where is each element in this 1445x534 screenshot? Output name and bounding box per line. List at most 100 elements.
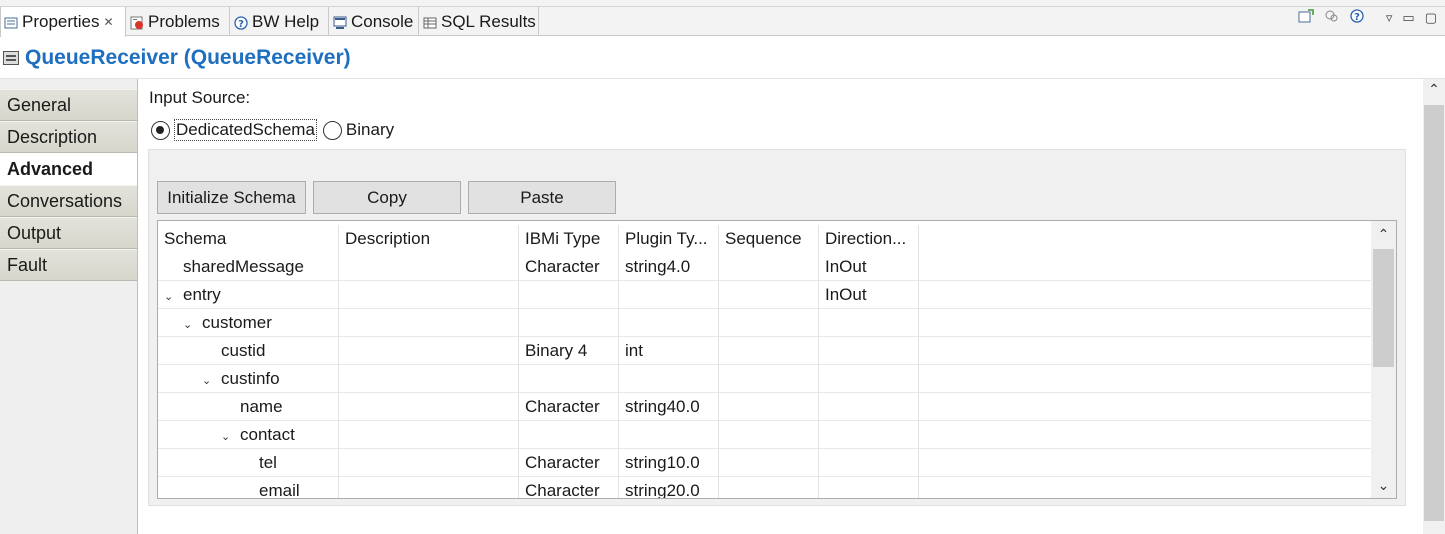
scrollbar-thumb[interactable] — [1373, 249, 1394, 367]
sql-results-icon — [423, 15, 437, 29]
sequence-cell — [719, 337, 819, 365]
table-row[interactable]: custid Binary 4 int — [158, 337, 1372, 365]
description-cell — [339, 421, 519, 449]
chevron-down-icon[interactable]: ⌄ — [164, 283, 178, 309]
table-row[interactable]: ⌄ customer — [158, 309, 1372, 337]
sidebar-item-output[interactable]: Output — [0, 217, 137, 249]
link-icon[interactable] — [1324, 9, 1340, 26]
column-header-schema[interactable]: Schema — [158, 225, 339, 253]
chevron-down-icon[interactable]: ⌄ — [202, 367, 216, 393]
svg-text:?: ? — [238, 19, 244, 30]
schema-element-name: name — [240, 397, 283, 416]
column-header-sequence[interactable]: Sequence — [719, 225, 819, 253]
sidebar-item-description[interactable]: Description — [0, 121, 137, 153]
help-icon: ? — [234, 15, 248, 30]
sequence-cell — [719, 253, 819, 281]
plugin-type-cell: string10.0 — [619, 449, 719, 477]
minimize-icon[interactable]: ▭ — [1402, 10, 1414, 26]
sidebar-item-label: Fault — [7, 254, 48, 275]
column-header-plugin-type[interactable]: Plugin Ty... — [619, 225, 719, 253]
pin-view-icon[interactable] — [1298, 9, 1314, 26]
description-cell — [339, 393, 519, 421]
sidebar-item-label: Description — [7, 126, 98, 147]
sequence-cell — [719, 477, 819, 498]
copy-button[interactable]: Copy — [313, 181, 461, 214]
tab-problems[interactable]: Problems — [127, 7, 230, 36]
panel-vertical-scrollbar[interactable]: ⌃ — [1423, 79, 1445, 534]
scrollbar-thumb[interactable] — [1424, 105, 1444, 521]
schema-group: Initialize Schema Copy Paste Schema Desc… — [148, 149, 1406, 506]
close-icon[interactable]: ✕ — [103, 15, 113, 29]
schema-cell: email — [158, 477, 339, 499]
description-cell — [339, 281, 519, 309]
sequence-cell — [719, 365, 819, 393]
help-icon[interactable]: ? — [1350, 9, 1364, 26]
tab-label: Problems — [148, 11, 220, 31]
table-row[interactable]: ⌄ entry InOut — [158, 281, 1372, 309]
properties-sidebar: General Description Advanced Conversatio… — [0, 79, 138, 534]
view-tab-bar: Properties ✕ Problems ? BW Help Console … — [0, 0, 1445, 37]
schema-element-name: custinfo — [221, 369, 280, 388]
sequence-cell — [719, 309, 819, 337]
column-header-direction[interactable]: Direction... — [819, 225, 919, 253]
chevron-down-icon[interactable]: ⌄ — [221, 423, 235, 449]
input-source-label: Input Source: — [149, 88, 251, 107]
plugin-type-cell: int — [619, 337, 719, 365]
table-vertical-scrollbar[interactable]: ⌃ ⌄ — [1371, 221, 1396, 498]
direction-cell: InOut — [819, 253, 919, 281]
table-row[interactable]: name Character string40.0 — [158, 393, 1372, 421]
initialize-schema-button[interactable]: Initialize Schema — [157, 181, 306, 214]
table-row[interactable]: email Character string20.0 — [158, 477, 1372, 499]
sidebar-item-general[interactable]: General — [0, 89, 137, 121]
binary-label[interactable]: Binary — [346, 120, 394, 140]
sidebar-item-fault[interactable]: Fault — [0, 249, 137, 281]
properties-icon — [4, 15, 18, 29]
chevron-down-icon[interactable]: ⌄ — [183, 311, 197, 337]
sidebar-item-label: Advanced — [7, 158, 94, 179]
ibmi-type-cell — [519, 421, 619, 449]
direction-cell — [819, 421, 919, 449]
tab-properties[interactable]: Properties ✕ — [0, 7, 126, 37]
binary-radio[interactable] — [322, 120, 342, 140]
view-menu-icon[interactable]: ▿ — [1386, 10, 1393, 26]
schema-cell: ⌄ contact — [158, 421, 339, 449]
sidebar-item-label: Conversations — [7, 190, 123, 211]
column-header-description[interactable]: Description — [339, 225, 519, 253]
schema-element-name: custid — [221, 341, 266, 360]
scroll-down-icon[interactable]: ⌄ — [1371, 474, 1396, 496]
maximize-icon[interactable]: ▢ — [1425, 10, 1437, 26]
ibmi-type-cell: Binary 4 — [519, 337, 619, 365]
scroll-up-icon[interactable]: ⌃ — [1371, 223, 1396, 245]
dedicated-schema-label[interactable]: DedicatedSchema — [174, 119, 317, 141]
direction-cell — [819, 477, 919, 498]
tab-bw-help[interactable]: ? BW Help — [231, 7, 329, 36]
dedicated-schema-radio[interactable] — [151, 120, 170, 140]
table-row[interactable]: sharedMessage Character string4.0 InOut — [158, 253, 1372, 281]
description-cell — [339, 337, 519, 365]
tab-label: SQL Results — [441, 11, 536, 31]
problems-icon — [130, 15, 144, 29]
tab-label: Console — [351, 11, 414, 31]
schema-cell: ⌄ entry — [158, 281, 339, 309]
ibmi-type-cell: Character — [519, 449, 619, 477]
sequence-cell — [719, 281, 819, 309]
input-source-options: DedicatedSchema Binary — [151, 119, 394, 141]
direction-cell — [819, 449, 919, 477]
schema-element-name: email — [259, 481, 300, 499]
tab-sql-results[interactable]: SQL Results — [420, 7, 539, 36]
sidebar-item-conversations[interactable]: Conversations — [0, 185, 137, 217]
table-row[interactable]: ⌄ custinfo — [158, 365, 1372, 393]
column-header-ibmi-type[interactable]: IBMi Type — [519, 225, 619, 253]
tab-console[interactable]: Console — [330, 7, 419, 36]
schema-cell: sharedMessage — [158, 253, 339, 281]
paste-button[interactable]: Paste — [468, 181, 616, 214]
schema-cell: custid — [158, 337, 339, 365]
scroll-up-icon[interactable]: ⌃ — [1423, 81, 1445, 98]
sidebar-item-label: General — [7, 94, 72, 115]
table-row[interactable]: tel Character string10.0 — [158, 449, 1372, 477]
schema-tree-table[interactable]: Schema Description IBMi Type Plugin Ty..… — [157, 220, 1397, 499]
properties-header: QueueReceiver (QueueReceiver) — [0, 37, 1445, 79]
table-row[interactable]: ⌄ contact — [158, 421, 1372, 449]
tab-label: BW Help — [252, 11, 320, 31]
sidebar-item-advanced[interactable]: Advanced — [0, 153, 137, 185]
